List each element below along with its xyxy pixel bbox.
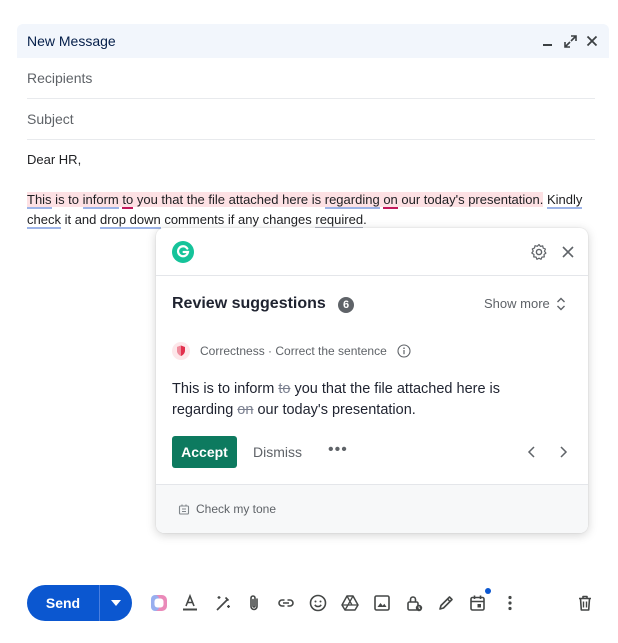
subject-placeholder: Subject xyxy=(27,111,74,127)
signature-pen-icon[interactable] xyxy=(436,593,456,613)
text-format-icon[interactable] xyxy=(180,593,200,613)
close-icon[interactable] xyxy=(585,34,599,48)
schedule-calendar-icon[interactable] xyxy=(468,588,491,613)
send-options-button[interactable] xyxy=(100,600,132,606)
flagged-word[interactable]: inform xyxy=(82,192,119,209)
highlighted-sentence[interactable]: This is to inform to you that the file a… xyxy=(27,192,544,209)
check-tone-bar[interactable]: Check my tone xyxy=(156,484,588,533)
ai-assist-icon[interactable] xyxy=(149,593,169,613)
flagged-word[interactable]: Kindly xyxy=(546,192,583,209)
flagged-word[interactable]: drop down xyxy=(100,212,161,229)
show-more-toggle[interactable]: Show more xyxy=(484,296,566,311)
compose-toolbar: Send xyxy=(27,585,607,621)
message-body[interactable]: Dear HR, This is to inform to you that t… xyxy=(17,140,609,230)
settings-gear-icon[interactable] xyxy=(530,243,548,261)
info-icon[interactable] xyxy=(397,344,411,358)
chevron-right-icon[interactable] xyxy=(557,445,569,459)
magic-pen-icon[interactable] xyxy=(213,593,233,613)
suggestion-count-badge: 6 xyxy=(338,297,354,313)
greeting-line: Dear HR, xyxy=(27,152,82,167)
show-more-label: Show more xyxy=(484,296,550,311)
notification-dot xyxy=(485,588,491,594)
send-button[interactable]: Send xyxy=(27,595,99,611)
check-tone-label: Check my tone xyxy=(196,502,277,516)
emoji-icon[interactable] xyxy=(308,593,328,613)
attach-icon[interactable] xyxy=(244,593,264,613)
confidential-lock-icon[interactable] xyxy=(404,593,424,613)
flagged-word[interactable]: regarding xyxy=(324,192,380,209)
flagged-word[interactable]: to xyxy=(122,192,134,209)
window-title: New Message xyxy=(27,33,116,49)
recipients-placeholder: Recipients xyxy=(27,70,93,86)
grammarly-header xyxy=(156,228,588,276)
more-vert-icon[interactable] xyxy=(500,593,520,613)
deleted-word: on xyxy=(237,402,254,418)
more-options-button[interactable]: ••• xyxy=(328,441,348,459)
grammarly-card: Review suggestions 6 Show more Correctne… xyxy=(156,228,588,533)
accept-button[interactable]: Accept xyxy=(172,436,237,468)
deleted-word: to xyxy=(278,381,291,397)
recipients-field[interactable]: Recipients xyxy=(27,58,595,99)
correctness-label: Correctness · Correct the sentence xyxy=(200,344,387,358)
trash-icon[interactable] xyxy=(575,593,595,613)
dismiss-button[interactable]: Dismiss xyxy=(253,444,302,460)
caret-down-icon xyxy=(111,600,121,606)
send-button-group: Send xyxy=(27,585,132,621)
compose-titlebar[interactable]: New Message xyxy=(17,24,609,58)
suggestion-text: This is to inform to you that the file a… xyxy=(172,381,501,418)
subject-field[interactable]: Subject xyxy=(27,99,595,140)
drive-icon[interactable] xyxy=(340,593,360,613)
flagged-word[interactable]: on xyxy=(383,192,398,209)
chevron-left-icon[interactable] xyxy=(526,445,538,459)
tone-icon xyxy=(178,504,190,515)
review-suggestions-title: Review suggestions xyxy=(172,295,326,312)
close-icon[interactable] xyxy=(561,245,575,259)
minimize-icon[interactable] xyxy=(541,34,555,48)
link-icon[interactable] xyxy=(276,593,296,613)
shield-icon xyxy=(172,342,190,360)
body-paragraph: This is to inform to you that the file a… xyxy=(27,192,583,229)
flagged-word[interactable]: check xyxy=(27,212,61,229)
expand-icon[interactable] xyxy=(563,34,577,48)
image-icon[interactable] xyxy=(372,593,392,613)
chevron-updown-icon xyxy=(556,297,565,310)
correctness-row: Correctness · Correct the sentence xyxy=(172,342,411,360)
grammarly-logo-icon xyxy=(172,241,194,263)
flagged-word[interactable]: required xyxy=(315,212,364,229)
flagged-word[interactable]: This xyxy=(27,192,52,209)
